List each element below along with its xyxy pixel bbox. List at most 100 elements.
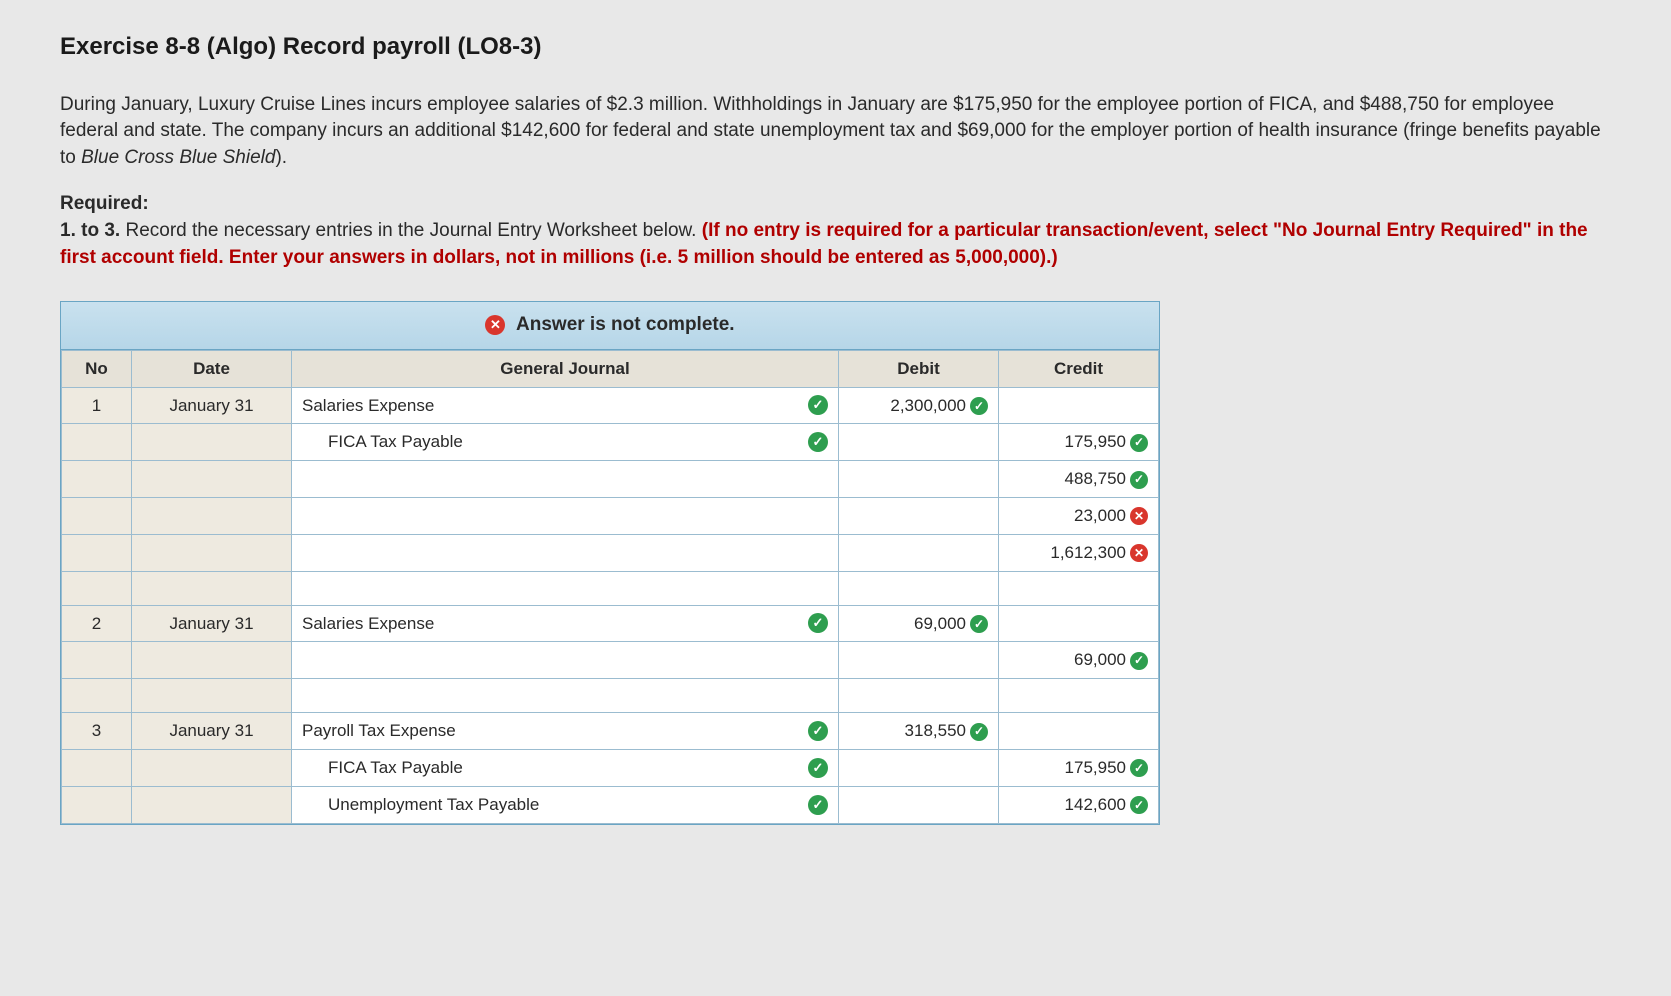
cell-debit[interactable]	[839, 534, 999, 571]
header-credit: Credit	[999, 350, 1159, 387]
cell-account[interactable]	[292, 497, 839, 534]
cell-debit[interactable]	[839, 642, 999, 679]
error-icon: ✕	[485, 315, 505, 335]
cell-credit[interactable]: 488,750✓	[999, 461, 1159, 498]
table-row: 69,000✓	[62, 642, 1159, 679]
cell-debit[interactable]	[839, 786, 999, 823]
cell-account[interactable]: FICA Tax Payable✓	[292, 424, 839, 461]
table-row: 488,750✓	[62, 461, 1159, 498]
header-no: No	[62, 350, 132, 387]
table-row: FICA Tax Payable✓175,950✓	[62, 749, 1159, 786]
debit-mark-icon: ✓	[970, 615, 988, 633]
credit-value: 142,600	[1065, 795, 1126, 814]
cell-account[interactable]	[292, 642, 839, 679]
cell-account[interactable]	[292, 571, 839, 605]
required-text: 1. to 3. Record the necessary entries in…	[60, 218, 1611, 271]
table-row: Unemployment Tax Payable✓142,600✓	[62, 786, 1159, 823]
cell-credit[interactable]	[999, 387, 1159, 424]
problem-paragraph: During January, Luxury Cruise Lines incu…	[60, 92, 1611, 172]
debit-value: 318,550	[905, 721, 966, 740]
credit-mark-icon: ✓	[1130, 759, 1148, 777]
cell-account[interactable]: Salaries Expense✓	[292, 605, 839, 642]
account-text: FICA Tax Payable	[328, 430, 808, 454]
credit-value: 69,000	[1074, 650, 1126, 669]
table-row: 2January 31Salaries Expense✓69,000✓	[62, 605, 1159, 642]
credit-value: 1,612,300	[1050, 543, 1126, 562]
cell-date[interactable]: January 31	[132, 387, 292, 424]
cell-date[interactable]	[132, 679, 292, 713]
cell-no: 3	[62, 713, 132, 750]
cell-no	[62, 749, 132, 786]
account-text: Unemployment Tax Payable	[328, 793, 808, 817]
table-row	[62, 571, 1159, 605]
cell-account[interactable]	[292, 534, 839, 571]
cell-debit[interactable]	[839, 461, 999, 498]
cell-no	[62, 786, 132, 823]
cell-account[interactable]: FICA Tax Payable✓	[292, 749, 839, 786]
cell-date[interactable]: January 31	[132, 605, 292, 642]
cell-date[interactable]	[132, 461, 292, 498]
credit-mark-icon: ✕	[1130, 544, 1148, 562]
cell-debit[interactable]: 318,550✓	[839, 713, 999, 750]
table-row: 1January 31Salaries Expense✓2,300,000✓	[62, 387, 1159, 424]
header-journal: General Journal	[292, 350, 839, 387]
required-text-a: Record the necessary entries in the Jour…	[120, 220, 702, 241]
cell-debit[interactable]	[839, 497, 999, 534]
cell-debit[interactable]	[839, 571, 999, 605]
cell-date[interactable]	[132, 571, 292, 605]
header-row: No Date General Journal Debit Credit	[62, 350, 1159, 387]
row-check-icon: ✓	[808, 795, 828, 815]
table-row: 3January 31Payroll Tax Expense✓318,550✓	[62, 713, 1159, 750]
status-text: Answer is not complete.	[516, 314, 735, 335]
cell-credit[interactable]: 175,950✓	[999, 749, 1159, 786]
cell-debit[interactable]	[839, 749, 999, 786]
cell-credit[interactable]: 142,600✓	[999, 786, 1159, 823]
cell-credit[interactable]: 175,950✓	[999, 424, 1159, 461]
debit-mark-icon: ✓	[970, 397, 988, 415]
cell-no	[62, 679, 132, 713]
cell-date[interactable]	[132, 534, 292, 571]
credit-mark-icon: ✓	[1130, 796, 1148, 814]
cell-no	[62, 424, 132, 461]
problem-text-a: During January, Luxury Cruise Lines incu…	[60, 94, 1601, 168]
table-row: FICA Tax Payable✓ 175,950✓	[62, 424, 1159, 461]
credit-value: 175,950	[1065, 758, 1126, 777]
cell-date[interactable]	[132, 642, 292, 679]
cell-debit[interactable]: 2,300,000✓	[839, 387, 999, 424]
cell-account[interactable]	[292, 461, 839, 498]
cell-credit[interactable]: 1,612,300✕	[999, 534, 1159, 571]
account-text: Salaries Expense	[302, 612, 808, 636]
cell-credit[interactable]: 69,000✓	[999, 642, 1159, 679]
row-check-icon: ✓	[808, 395, 828, 415]
debit-value: 69,000	[914, 614, 966, 633]
cell-debit[interactable]	[839, 424, 999, 461]
credit-mark-icon: ✓	[1130, 471, 1148, 489]
cell-no	[62, 497, 132, 534]
cell-date[interactable]	[132, 786, 292, 823]
cell-account[interactable]: Salaries Expense✓	[292, 387, 839, 424]
row-check-icon: ✓	[808, 758, 828, 778]
cell-credit[interactable]	[999, 713, 1159, 750]
cell-date[interactable]: January 31	[132, 713, 292, 750]
journal-container: ✕ Answer is not complete. No Date Genera…	[60, 301, 1160, 824]
cell-date[interactable]	[132, 424, 292, 461]
cell-account[interactable]: Payroll Tax Expense✓	[292, 713, 839, 750]
cell-credit[interactable]	[999, 679, 1159, 713]
account-text: Salaries Expense	[302, 394, 808, 418]
cell-account[interactable]	[292, 679, 839, 713]
table-row: 23,000✕	[62, 497, 1159, 534]
cell-date[interactable]	[132, 497, 292, 534]
problem-text-c: ).	[275, 147, 287, 168]
cell-credit[interactable]: 23,000✕	[999, 497, 1159, 534]
cell-no: 1	[62, 387, 132, 424]
cell-credit[interactable]	[999, 571, 1159, 605]
company-name-italic: Blue Cross Blue Shield	[81, 147, 275, 168]
cell-debit[interactable]: 69,000✓	[839, 605, 999, 642]
cell-no	[62, 461, 132, 498]
cell-debit[interactable]	[839, 679, 999, 713]
cell-no	[62, 571, 132, 605]
table-row	[62, 679, 1159, 713]
cell-date[interactable]	[132, 749, 292, 786]
cell-account[interactable]: Unemployment Tax Payable✓	[292, 786, 839, 823]
cell-credit[interactable]	[999, 605, 1159, 642]
